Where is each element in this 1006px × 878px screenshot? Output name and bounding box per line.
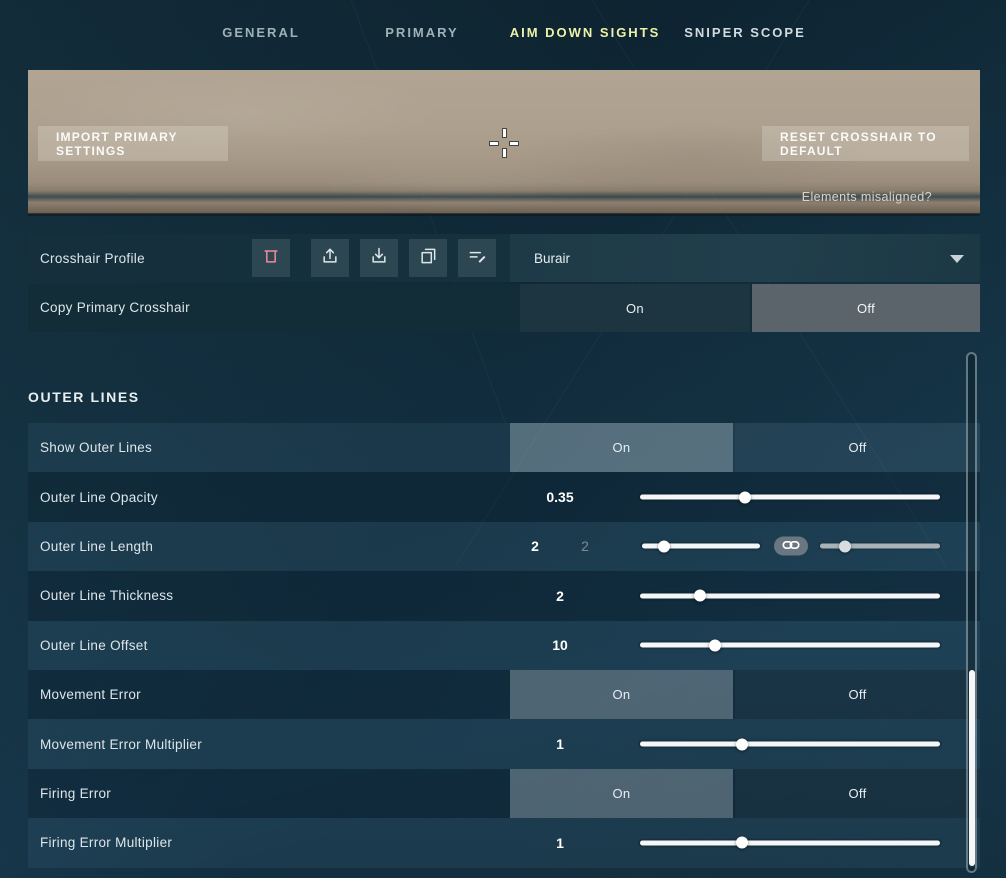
setting-label: Outer Line Offset bbox=[28, 621, 148, 670]
crosshair-settings-page: GENERAL PRIMARY AIM DOWN SIGHTS SNIPER S… bbox=[0, 0, 1006, 878]
row-firing-error-multiplier: Firing Error Multiplier 1 bbox=[28, 818, 980, 867]
slider-thumb[interactable] bbox=[839, 540, 851, 552]
row-show-outer-lines: Show Outer Lines On Off bbox=[28, 423, 980, 472]
copy-primary-off-button[interactable]: Off bbox=[752, 284, 980, 332]
profile-dropdown-value: Burair bbox=[510, 251, 570, 266]
crosshair-outer-line-right bbox=[509, 141, 519, 146]
crosshair-outer-line-left bbox=[489, 141, 499, 146]
duplicate-profile-button[interactable] bbox=[409, 239, 447, 277]
movement-error-on-button[interactable]: On bbox=[510, 670, 733, 719]
firing-error-on-button[interactable]: On bbox=[510, 769, 733, 818]
row-outer-line-thickness: Outer Line Thickness 2 bbox=[28, 571, 980, 620]
tab-aim-down-sights[interactable]: AIM DOWN SIGHTS bbox=[510, 25, 661, 40]
scrollbar-track[interactable] bbox=[966, 352, 977, 873]
copy-primary-crosshair-row: Copy Primary Crosshair On Off bbox=[28, 284, 980, 332]
slider-thumb[interactable] bbox=[658, 540, 670, 552]
show-outer-lines-off-button[interactable]: Off bbox=[735, 423, 980, 472]
setting-label: Outer Line Thickness bbox=[28, 571, 173, 620]
outer-line-length-slider-linked[interactable] bbox=[820, 544, 940, 549]
edit-icon bbox=[467, 246, 487, 271]
setting-label: Movement Error bbox=[28, 670, 141, 719]
delete-profile-button[interactable] bbox=[252, 239, 290, 277]
crosshair-profile-label: Crosshair Profile bbox=[28, 251, 145, 266]
row-outer-line-opacity: Outer Line Opacity 0.35 bbox=[28, 472, 980, 521]
setting-value: 2 bbox=[510, 571, 610, 620]
trash-icon bbox=[261, 246, 281, 271]
row-firing-error: Firing Error On Off bbox=[28, 769, 980, 818]
import-primary-settings-button[interactable]: IMPORT PRIMARY SETTINGS bbox=[38, 126, 228, 161]
elements-misaligned-link[interactable]: Elements misaligned? bbox=[802, 190, 932, 204]
chevron-down-icon bbox=[950, 255, 964, 263]
outer-line-offset-slider[interactable] bbox=[640, 643, 940, 648]
setting-value: 10 bbox=[510, 621, 610, 670]
setting-label: Outer Line Length bbox=[28, 522, 153, 571]
outer-lines-settings-list: Show Outer Lines On Off Outer Line Opaci… bbox=[28, 423, 980, 868]
link-icon bbox=[782, 537, 800, 555]
crosshair-outer-line-top bbox=[502, 128, 507, 138]
export-profile-button[interactable] bbox=[360, 239, 398, 277]
copy-icon bbox=[418, 246, 438, 271]
movement-error-multiplier-slider[interactable] bbox=[640, 742, 940, 747]
tab-general[interactable]: GENERAL bbox=[222, 25, 300, 40]
crosshair-preview: IMPORT PRIMARY SETTINGS RESET CROSSHAIR … bbox=[28, 70, 980, 214]
setting-value: 1 bbox=[510, 719, 610, 768]
crosshair-outer-line-bottom bbox=[502, 148, 507, 158]
reset-crosshair-button[interactable]: RESET CROSSHAIR TO DEFAULT bbox=[762, 126, 969, 161]
show-outer-lines-on-button[interactable]: On bbox=[510, 423, 733, 472]
outer-line-length-slider[interactable] bbox=[642, 544, 760, 549]
firing-error-multiplier-slider[interactable] bbox=[640, 840, 940, 845]
setting-label: Firing Error Multiplier bbox=[28, 818, 172, 867]
slider-thumb[interactable] bbox=[709, 639, 721, 651]
setting-label: Firing Error bbox=[28, 769, 111, 818]
setting-label: Movement Error Multiplier bbox=[28, 719, 202, 768]
upload-icon bbox=[320, 246, 340, 271]
rename-profile-button[interactable] bbox=[458, 239, 496, 277]
setting-value: 2 bbox=[510, 522, 560, 571]
slider-thumb[interactable] bbox=[736, 837, 748, 849]
scrollbar-thumb[interactable] bbox=[969, 670, 975, 866]
link-values-toggle[interactable] bbox=[774, 537, 808, 556]
setting-value-linked: 2 bbox=[560, 522, 610, 571]
import-profile-button[interactable] bbox=[311, 239, 349, 277]
profile-dropdown[interactable]: Burair bbox=[510, 234, 980, 282]
tab-sniper-scope[interactable]: SNIPER SCOPE bbox=[684, 25, 806, 40]
download-icon bbox=[369, 246, 389, 271]
slider-thumb[interactable] bbox=[739, 491, 751, 503]
outer-line-thickness-slider[interactable] bbox=[640, 593, 940, 598]
copy-primary-on-button[interactable]: On bbox=[520, 284, 750, 332]
outer-lines-section-title: OUTER LINES bbox=[28, 389, 140, 405]
tab-primary[interactable]: PRIMARY bbox=[385, 25, 458, 40]
crosshair-profile-row: Crosshair Profile bbox=[28, 234, 980, 282]
slider-thumb[interactable] bbox=[694, 590, 706, 602]
row-movement-error-multiplier: Movement Error Multiplier 1 bbox=[28, 719, 980, 768]
row-movement-error: Movement Error On Off bbox=[28, 670, 980, 719]
setting-value: 0.35 bbox=[510, 472, 610, 521]
row-outer-line-length: Outer Line Length 2 2 bbox=[28, 522, 980, 571]
outer-line-opacity-slider[interactable] bbox=[640, 495, 940, 500]
setting-label: Show Outer Lines bbox=[28, 423, 152, 472]
copy-primary-label: Copy Primary Crosshair bbox=[28, 300, 190, 315]
slider-thumb[interactable] bbox=[736, 738, 748, 750]
profile-action-buttons bbox=[252, 239, 507, 277]
setting-label: Outer Line Opacity bbox=[28, 472, 158, 521]
setting-value: 1 bbox=[510, 818, 610, 867]
row-outer-line-offset: Outer Line Offset 10 bbox=[28, 621, 980, 670]
movement-error-off-button[interactable]: Off bbox=[735, 670, 980, 719]
firing-error-off-button[interactable]: Off bbox=[735, 769, 980, 818]
